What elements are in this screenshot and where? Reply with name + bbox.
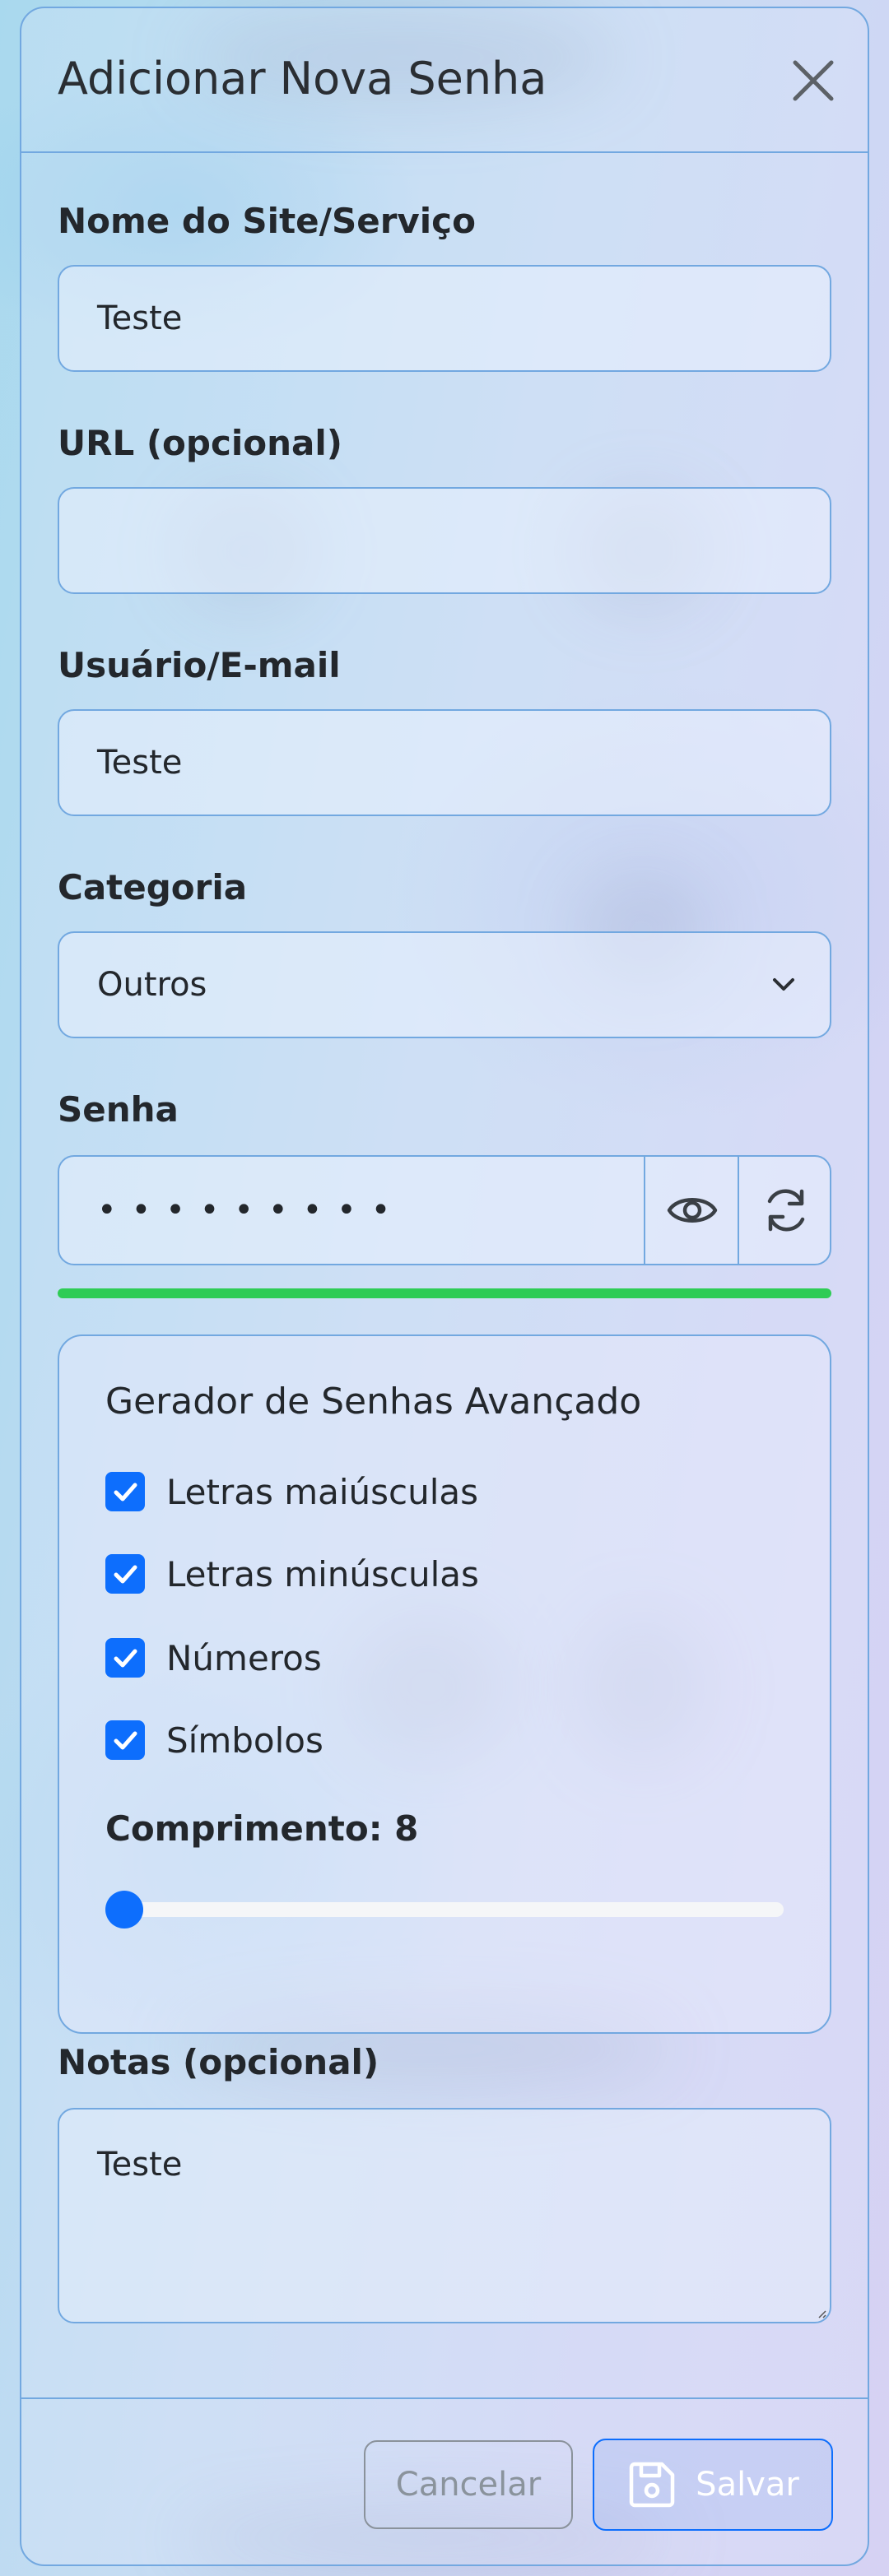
length-slider[interactable] (105, 1891, 784, 1929)
numbers-label: Números (166, 1637, 322, 1678)
password-input[interactable]: ••••••••• (97, 1157, 405, 1264)
uppercase-checkbox[interactable] (105, 1472, 145, 1511)
modal-footer: Cancelar Salvar (21, 2397, 868, 2564)
chevron-down-icon (773, 978, 794, 991)
password-label: Senha (58, 1089, 179, 1130)
add-password-modal: Adicionar Nova Senha Nome do Site/Serviç… (20, 7, 869, 2566)
password-input-group: ••••••••• (58, 1155, 831, 1265)
length-label: Comprimento: 8 (105, 1808, 419, 1849)
lowercase-checkbox[interactable] (105, 1554, 145, 1594)
toggle-visibility-button[interactable] (644, 1157, 739, 1264)
password-strength-bar (58, 1288, 831, 1298)
refresh-icon (767, 1189, 805, 1232)
category-select[interactable]: Outros (58, 931, 831, 1038)
checkmark-icon (114, 1565, 137, 1584)
close-icon (793, 60, 834, 101)
password-generator-panel: Gerador de Senhas Avançado Letras maiúsc… (58, 1334, 831, 2034)
site-name-value: Teste (97, 299, 183, 337)
eye-icon (667, 1198, 718, 1223)
save-label: Salvar (696, 2466, 799, 2504)
checkmark-icon (114, 1731, 137, 1750)
checkmark-icon (114, 1483, 137, 1502)
category-label: Categoria (58, 867, 248, 907)
notes-textarea[interactable]: Teste (58, 2108, 831, 2323)
numbers-checkbox[interactable] (105, 1638, 145, 1678)
resize-grip-icon[interactable] (815, 2307, 826, 2318)
uppercase-label: Letras maiúsculas (166, 1471, 479, 1512)
site-name-label: Nome do Site/Serviço (58, 201, 476, 241)
site-name-input[interactable]: Teste (58, 265, 831, 372)
floppy-disk-icon (629, 2462, 675, 2508)
url-label: URL (opcional) (58, 423, 342, 463)
checkmark-icon (114, 1649, 137, 1668)
option-lowercase[interactable]: Letras minúsculas (105, 1553, 479, 1594)
generator-title: Gerador de Senhas Avançado (105, 1381, 642, 1423)
symbols-checkbox[interactable] (105, 1720, 145, 1760)
category-value: Outros (97, 966, 207, 1004)
option-uppercase[interactable]: Letras maiúsculas (105, 1471, 478, 1512)
password-strength-fill (58, 1288, 831, 1298)
save-button[interactable]: Salvar (593, 2439, 833, 2531)
notes-label: Notas (opcional) (58, 2042, 379, 2082)
cancel-button[interactable]: Cancelar (364, 2440, 573, 2529)
user-email-value: Teste (97, 744, 183, 782)
length-slider-thumb[interactable] (105, 1891, 143, 1929)
option-numbers[interactable]: Números (105, 1637, 322, 1678)
generate-password-button[interactable] (738, 1157, 830, 1264)
user-label: Usuário/E-mail (58, 645, 341, 685)
option-symbols[interactable]: Símbolos (105, 1720, 323, 1761)
symbols-label: Símbolos (166, 1720, 323, 1761)
modal-header: Adicionar Nova Senha (21, 8, 868, 153)
cancel-label: Cancelar (395, 2466, 542, 2504)
close-button[interactable] (789, 56, 838, 105)
user-email-input[interactable]: Teste (58, 709, 831, 816)
modal-title: Adicionar Nova Senha (58, 53, 547, 104)
notes-value: Teste (97, 2146, 183, 2184)
lowercase-label: Letras minúsculas (166, 1553, 479, 1594)
url-input[interactable] (58, 487, 831, 594)
